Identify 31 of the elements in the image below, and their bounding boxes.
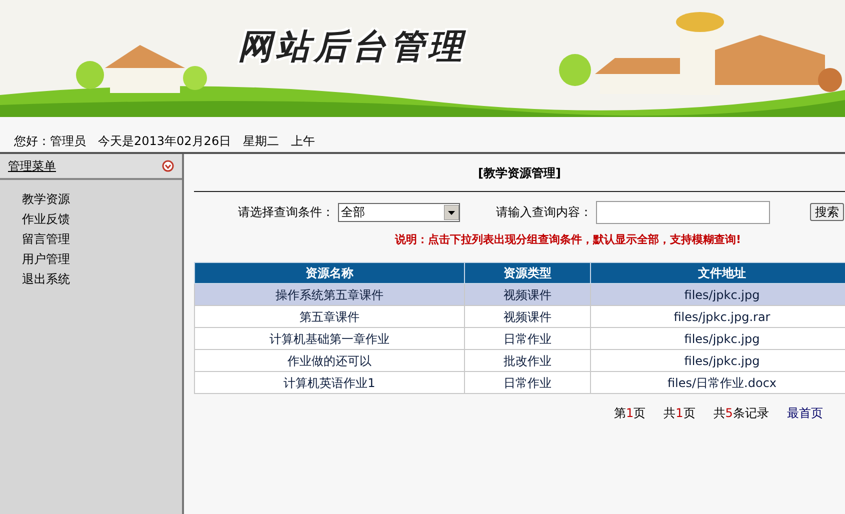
sidebar-item[interactable]: 作业反馈 (22, 210, 70, 228)
content-label: 请输入查询内容： (496, 204, 592, 221)
search-field[interactable] (596, 200, 770, 224)
dropdown-icon (444, 204, 459, 220)
table-cell: 日常作业 (464, 372, 590, 394)
table-row[interactable]: 作业做的还可以 批改作业 files/jpkc.jpg (194, 350, 845, 372)
column-header: 文件地址 (590, 262, 845, 284)
page-info: 共5条记录 (713, 405, 769, 422)
page-info: 共1页 (664, 405, 696, 422)
page-title: [教学资源管理] (478, 164, 561, 182)
banner-title: 网站后台管理 (238, 27, 466, 67)
page-link[interactable]: 最首页 (786, 404, 823, 422)
search-button[interactable]: 搜索 (810, 203, 844, 221)
table-cell: 计算机英语作业1 (194, 372, 464, 394)
page-info: 第1页 (614, 405, 646, 422)
table-row[interactable]: 计算机基础第一章作业 日常作业 files/jpkc.jpg (194, 328, 845, 350)
column-header: 资源类型 (464, 262, 590, 284)
sidebar-title: 管理菜单 (8, 158, 56, 175)
sidebar-item[interactable]: 教学资源 (22, 190, 70, 208)
table-row[interactable]: 操作系统第五章课件 视频课件 files/jpkc.jpg (194, 284, 845, 306)
condition-label: 请选择查询条件： (238, 204, 334, 221)
collapse-icon (162, 160, 174, 172)
sidebar-item[interactable]: 用户管理 (22, 250, 70, 268)
sidebar-item[interactable]: 退出系统 (22, 270, 70, 288)
note-text: 说明：点击下拉列表出现分组查询条件，默认显示全部，支持模糊查询! (395, 233, 742, 246)
sidebar-item[interactable]: 留言管理 (22, 230, 70, 248)
column-header: 资源名称 (194, 262, 464, 284)
condition-select[interactable]: 全部 (338, 202, 460, 222)
table-row[interactable]: 计算机英语作业1 日常作业 files/日常作业.docx (194, 372, 845, 394)
table-row[interactable]: 第五章课件 视频课件 files/jpkc.jpg.rar (194, 306, 845, 328)
greeting-text: 您好：管理员 今天是2013年02月26日 星期二 上午 (14, 133, 316, 150)
